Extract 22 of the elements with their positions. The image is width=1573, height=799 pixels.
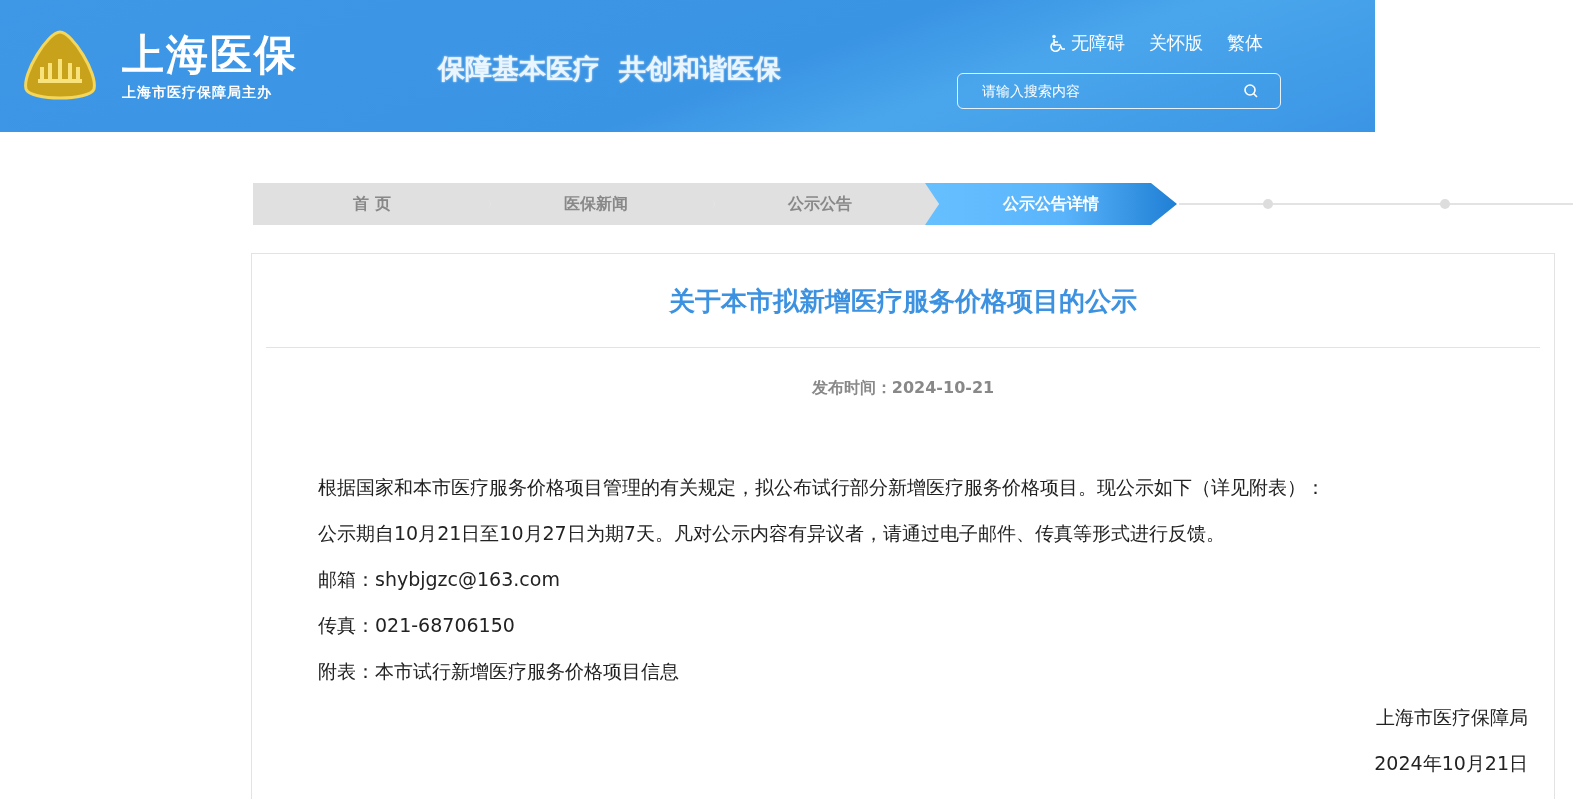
signature-line: 2024年10月21日 (1373, 751, 1528, 776)
site-subtitle: 上海市医疗保障局主办 (122, 84, 273, 102)
header-link[interactable]: 无障碍 (1049, 31, 1125, 55)
breadcrumb-item[interactable]: 公示公告详情 (925, 183, 1177, 225)
signature-line: 上海市医疗保障局 (1375, 705, 1528, 730)
slogan: 保障基本医疗 共创和谐医保 (438, 52, 781, 86)
wheelchair-icon (1049, 34, 1067, 52)
article-title: 关于本市拟新增医疗服务价格项目的公示 (668, 285, 1138, 318)
search-field[interactable]: 请输入搜索内容 (957, 73, 1281, 109)
search-icon[interactable] (1243, 83, 1259, 99)
header-link[interactable]: 关怀版 (1149, 31, 1203, 55)
publish-time: 发布时间：2024-10-21 (810, 378, 996, 399)
article-paragraph: 邮箱：shybjgzc@163.com (318, 567, 561, 592)
article-paragraph: 传真：021-68706150 (318, 613, 516, 638)
breadcrumb-item[interactable]: 首 页 (253, 183, 491, 225)
article-paragraph: 附表：本市试行新增医疗服务价格项目信息 (318, 659, 680, 684)
breadcrumb-item[interactable]: 公示公告 (701, 183, 939, 225)
article-paragraph: 根据国家和本市医疗服务价格项目管理的有关规定，拟公布试行部分新增医疗服务价格项目。现公示如下（详见附表）： (318, 475, 1326, 500)
breadcrumb-item[interactable]: 医保新闻 (477, 183, 715, 225)
site-name: 上海医保 (122, 30, 298, 80)
header-link[interactable]: 繁体 (1227, 31, 1263, 55)
article-paragraph: 公示期自10月21日至10月27日为期7天。凡对公示内容有异议者，请通过电子邮件、传真等形式进行反馈。 (318, 521, 1226, 546)
